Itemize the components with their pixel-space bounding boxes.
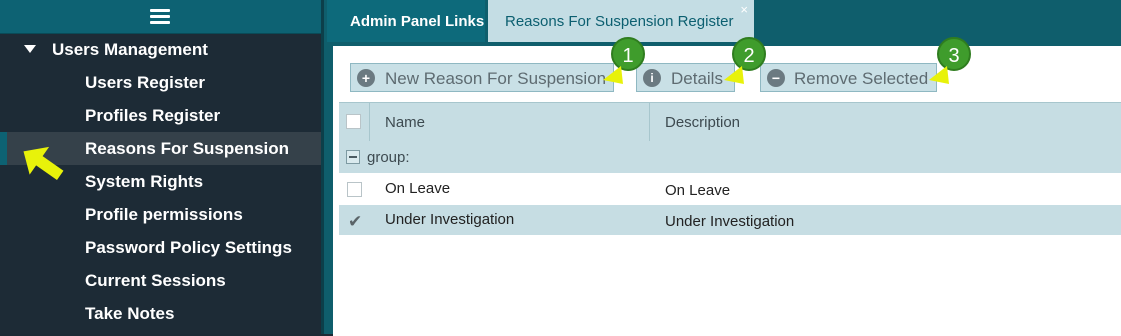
register-panel: + New Reason For Suspension i Details − …: [333, 37, 1121, 336]
sidebar-item-take-notes[interactable]: Take Notes: [0, 297, 321, 330]
sidebar-item-label: Current Sessions: [85, 271, 226, 290]
sidebar-item-label: Password Policy Settings: [85, 238, 292, 257]
info-circle-icon: i: [643, 69, 661, 87]
callout-arrow-icon: [724, 66, 744, 84]
main-content: Admin Panel Links Reasons For Suspension…: [324, 0, 1121, 336]
sidebar-item-users-register[interactable]: Users Register: [0, 66, 321, 99]
sidebar-item-label: Profiles Register: [85, 106, 221, 125]
close-icon[interactable]: ×: [740, 2, 748, 17]
cell-description: Under Investigation: [665, 213, 795, 230]
sidebar-group-users-management[interactable]: Users Management: [0, 33, 321, 66]
sidebar-item-profiles-register[interactable]: Profiles Register: [0, 99, 321, 132]
sidebar-header: [0, 0, 321, 34]
tab-label: Reasons For Suspension Register: [505, 13, 734, 30]
sidebar-item-current-sessions[interactable]: Current Sessions: [0, 264, 321, 297]
column-divider: [649, 103, 650, 141]
hamburger-menu-icon[interactable]: [150, 9, 170, 24]
sidebar-item-profile-permissions[interactable]: Profile permissions: [0, 198, 321, 231]
details-button[interactable]: i Details: [636, 63, 735, 92]
tab-reasons-for-suspension-register[interactable]: Reasons For Suspension Register ×: [488, 0, 754, 42]
group-row: group:: [339, 141, 1121, 173]
sidebar-item-label: Reasons For Suspension: [85, 139, 290, 158]
column-header-name[interactable]: Name: [385, 114, 425, 131]
grid-header: Name Description: [339, 102, 1121, 142]
sidebar-item-label: Profile permissions: [85, 205, 243, 224]
table-row[interactable]: On Leave On Leave: [339, 174, 1121, 204]
sidebar-item-label: System Rights: [85, 172, 204, 191]
sidebar-item-label: Take Notes: [85, 304, 175, 323]
sidebar-item-label: Users Register: [85, 73, 206, 92]
sidebar-item-password-policy-settings[interactable]: Password Policy Settings: [0, 231, 321, 264]
remove-selected-button[interactable]: − Remove Selected: [760, 63, 937, 92]
checked-checkbox-icon[interactable]: ✔: [348, 212, 362, 232]
callout-arrow-icon: [603, 66, 623, 84]
group-label: group:: [367, 149, 410, 166]
column-divider: [369, 103, 370, 141]
active-indicator: [0, 132, 7, 165]
button-label: New Reason For Suspension: [385, 69, 607, 88]
cell-description: On Leave: [665, 182, 731, 199]
button-label: Remove Selected: [794, 69, 929, 88]
cell-name: Under Investigation: [385, 211, 515, 228]
tab-admin-panel-links[interactable]: Admin Panel Links: [327, 0, 485, 42]
cell-name: On Leave: [385, 180, 451, 197]
button-label: Details: [671, 69, 723, 88]
column-header-description[interactable]: Description: [665, 114, 740, 131]
select-all-checkbox[interactable]: [346, 114, 361, 129]
new-reason-button[interactable]: + New Reason For Suspension: [350, 63, 614, 92]
plus-circle-icon: +: [357, 69, 375, 87]
pointer-arrow-icon: [23, 146, 64, 180]
caret-down-icon: [24, 45, 36, 53]
collapse-group-icon[interactable]: [346, 150, 360, 164]
row-checkbox[interactable]: [347, 182, 362, 197]
table-row[interactable]: ✔ Under Investigation Under Investigatio…: [339, 205, 1121, 235]
sidebar-group-label: Users Management: [52, 40, 208, 59]
minus-circle-icon: −: [767, 69, 785, 87]
tab-label: Admin Panel Links: [350, 13, 485, 30]
sidebar: Users Management Users Register Profiles…: [0, 0, 321, 334]
callout-arrow-icon: [929, 66, 949, 84]
